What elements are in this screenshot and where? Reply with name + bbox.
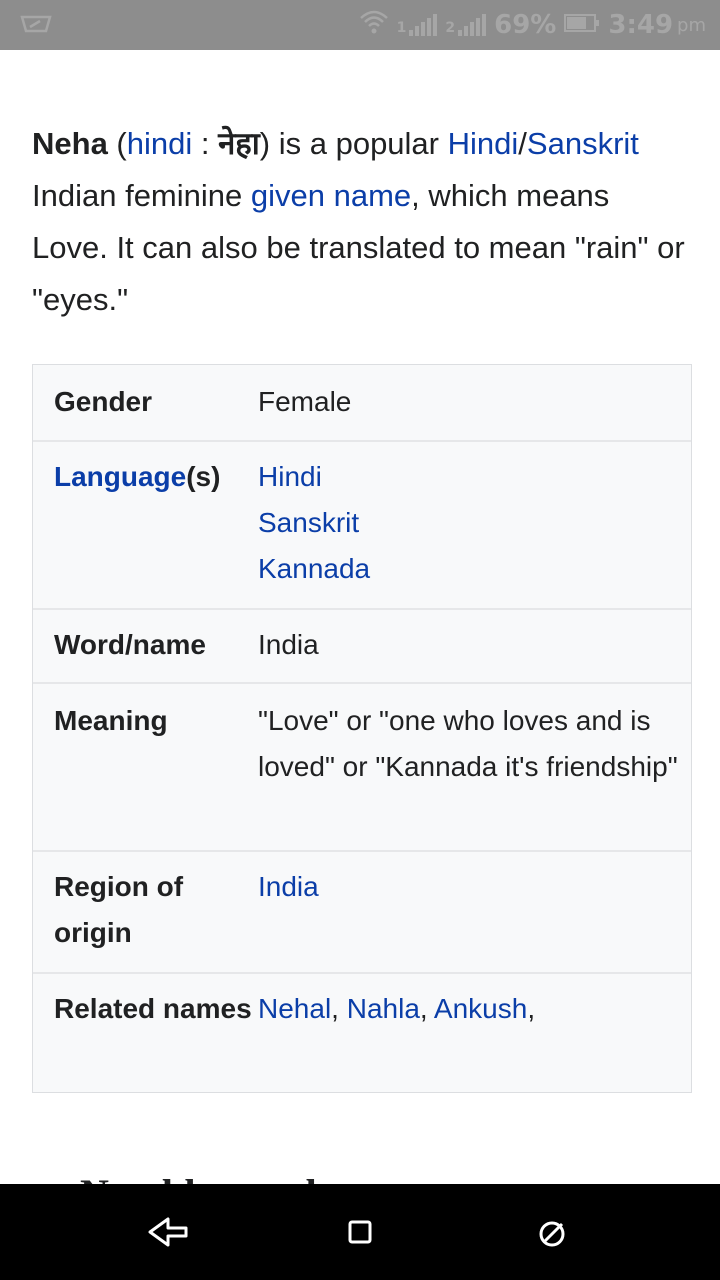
infobox-label: Word/name (54, 629, 206, 660)
infobox-value: Female (258, 386, 352, 417)
infobox-label: Gender (54, 386, 153, 417)
infobox-row-meaning: Meaning "Love" or "one who loves and is … (33, 682, 691, 850)
wifi-icon (359, 8, 389, 43)
notification-icon (18, 13, 54, 39)
navigation-bar (0, 1184, 720, 1280)
intro-paragraph: Neha (hindi : नेहा) is a popular Hindi/S… (32, 126, 685, 317)
infobox-row-gender: Gender Female (33, 365, 691, 440)
infobox: Gender Female Language(s) Hindi Sanskrit… (32, 364, 692, 1093)
status-indicators: 1 2 69% 3:49 pm (359, 0, 706, 50)
link-region-india[interactable]: India (258, 871, 319, 902)
infobox-label: Meaning (54, 705, 168, 736)
infobox-label: Language(s) (54, 461, 221, 492)
link-related-nahla[interactable]: Nahla (347, 993, 420, 1024)
infobox-value: India (258, 629, 319, 660)
article-content: Neha (hindi : नेहा) is a popular Hindi/S… (32, 50, 692, 1093)
section-heading-partial: Notable people (80, 1160, 480, 1184)
clock-ampm: pm (677, 14, 706, 36)
battery-percent: 69% (494, 10, 557, 40)
signal-strength-sim1-icon: 1 (397, 14, 438, 36)
infobox-value: India (258, 852, 691, 972)
infobox-row-word-name: Word/name India (33, 608, 691, 682)
link-language-kannada[interactable]: Kannada (258, 553, 370, 584)
link-given-name[interactable]: given name (251, 178, 411, 213)
link-language-hindi[interactable]: Hindi (258, 461, 322, 492)
home-button[interactable] (338, 1210, 382, 1254)
infobox-value: "Love" or "one who loves and is loved" o… (258, 705, 678, 782)
link-hindi-language[interactable]: hindi (127, 126, 193, 161)
article-subject: Neha (32, 126, 108, 161)
infobox-row-related-names: Related names Nehal, Nahla, Ankush, (33, 972, 691, 1092)
link-related-ankush[interactable]: Ankush (434, 993, 527, 1024)
link-hindi[interactable]: Hindi (448, 126, 519, 161)
back-button[interactable] (146, 1210, 190, 1254)
infobox-label: Region of origin (54, 871, 184, 948)
infobox-value: Nehal, Nahla, Ankush, (258, 993, 536, 1024)
link-sanskrit[interactable]: Sanskrit (527, 126, 639, 161)
infobox-value: Hindi Sanskrit Kannada (258, 442, 691, 608)
link-related-nehal[interactable]: Nehal (258, 993, 331, 1024)
devanagari-name: नेहा (218, 126, 260, 162)
recents-circle-icon (539, 1221, 565, 1247)
status-bar: 1 2 69% 3:49 pm (0, 0, 720, 50)
infobox-row-language: Language(s) Hindi Sanskrit Kannada (33, 440, 691, 608)
link-language[interactable]: Language (54, 461, 186, 492)
recents-button[interactable] (530, 1210, 574, 1254)
clock: 3:49 (608, 10, 674, 40)
infobox-row-region: Region of origin India (33, 850, 691, 972)
link-language-sanskrit[interactable]: Sanskrit (258, 507, 359, 538)
square-icon (348, 1220, 372, 1244)
infobox-label: Related names (54, 993, 252, 1024)
battery-icon (564, 10, 600, 40)
back-arrow-icon (148, 1217, 188, 1247)
signal-strength-sim2-icon: 2 (445, 14, 487, 36)
